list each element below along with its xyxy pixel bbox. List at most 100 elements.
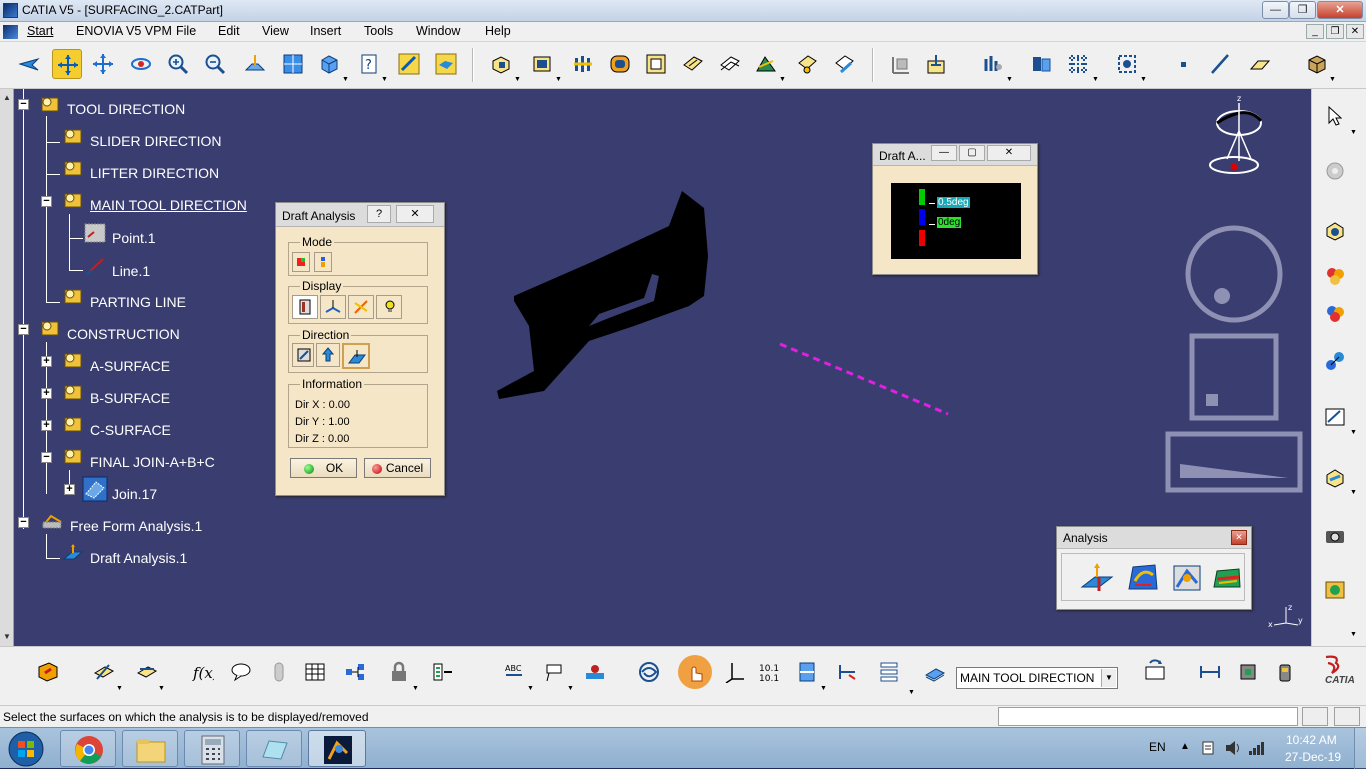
mass-icon[interactable] <box>1270 657 1300 687</box>
fit-all-in-icon[interactable] <box>52 49 82 79</box>
capture-icon[interactable] <box>1112 49 1142 79</box>
constraint-icon[interactable] <box>1320 346 1350 376</box>
tree-item-free-form-analysis[interactable]: Free Form Analysis.1 <box>70 518 202 534</box>
fill-icon[interactable] <box>605 49 635 79</box>
minimize-button[interactable]: — <box>1262 1 1289 19</box>
draft-analysis-tool-button[interactable] <box>1079 561 1115 595</box>
geo-set-dropdown-icon[interactable]: ▼ <box>1350 489 1357 496</box>
color-scale-restore-button[interactable]: ▢ <box>959 145 985 161</box>
connect-checker-button[interactable] <box>1169 561 1205 595</box>
tree-collapse-toggle[interactable]: − <box>18 324 29 335</box>
material-dropdown-icon[interactable]: ▼ <box>1329 76 1336 83</box>
extrude-dropdown-icon[interactable]: ▼ <box>514 76 521 83</box>
tree-item-tool-direction[interactable]: TOOL DIRECTION <box>67 101 185 117</box>
extract-icon[interactable] <box>792 49 822 79</box>
design-table-icon[interactable] <box>300 657 330 687</box>
scale-value-high[interactable]: 0.5deg <box>937 197 970 208</box>
close-button[interactable]: ✕ <box>1317 1 1363 19</box>
draft-dialog-title-bar[interactable]: Draft Analysis ? ✕ <box>276 203 444 227</box>
tree-item-join-17[interactable]: Join.17 <box>112 486 157 502</box>
scroll-down-icon[interactable]: ▼ <box>3 632 11 641</box>
formula-fx-icon[interactable]: f(x) <box>188 657 218 687</box>
tree-item-final-join[interactable]: FINAL JOIN-A+B+C <box>90 454 215 470</box>
right-toolbar-dropdown-icon[interactable]: ▼ <box>1350 631 1357 638</box>
volume-icon[interactable] <box>1224 740 1242 756</box>
swept-analysis-icon[interactable] <box>634 657 664 687</box>
compass-direction-button[interactable] <box>292 343 314 367</box>
measure-between-icon[interactable] <box>1195 657 1225 687</box>
mdi-restore-button[interactable]: ❐ <box>1326 24 1344 39</box>
show-desktop-button[interactable] <box>1354 728 1366 769</box>
taskbar-catia[interactable] <box>308 730 366 767</box>
mdi-minimize-button[interactable]: _ <box>1306 24 1324 39</box>
multi-body-icon[interactable] <box>1320 298 1350 328</box>
tree-item-draft-analysis[interactable]: Draft Analysis.1 <box>90 550 187 566</box>
part-body-icon[interactable] <box>1320 261 1350 291</box>
sketch-dropdown-icon[interactable]: ▼ <box>1350 429 1357 436</box>
analysis-toolbar-title-bar[interactable]: Analysis ✕ <box>1057 527 1251 549</box>
measure-icon[interactable] <box>978 49 1008 79</box>
grid-dropdown-icon[interactable]: ▼ <box>1092 76 1099 83</box>
menu-insert[interactable]: Insert <box>310 24 341 38</box>
color-scale-close-button[interactable]: ✕ <box>987 145 1031 161</box>
status-button-2[interactable] <box>1334 707 1360 726</box>
publish-icon[interactable] <box>1320 574 1350 604</box>
menu-enovia[interactable]: ENOVIA V5 VPM <box>76 24 172 38</box>
menu-start[interactable]: Start <box>27 24 53 38</box>
pan-icon[interactable] <box>88 49 118 79</box>
tree-item-parting-line[interactable]: PARTING LINE <box>90 294 186 310</box>
lock-icon[interactable] <box>384 657 414 687</box>
taskbar-notes[interactable] <box>246 730 302 767</box>
flag-note-icon[interactable] <box>540 657 570 687</box>
dimension-icon[interactable] <box>833 657 863 687</box>
tree-item-a-surface[interactable]: A-SURFACE <box>90 358 170 374</box>
select-arrow-icon[interactable] <box>1320 101 1350 131</box>
capture-dropdown-icon[interactable]: ▼ <box>1140 76 1147 83</box>
scale-value-low[interactable]: 0deg <box>937 217 962 228</box>
on-the-fly-button[interactable] <box>320 295 346 319</box>
swap-visible-space-icon[interactable] <box>431 49 461 79</box>
show-hidden-icons[interactable]: ▲ <box>1180 741 1190 752</box>
normal-view-icon[interactable] <box>240 49 270 79</box>
split-dropdown-icon[interactable]: ▼ <box>779 76 786 83</box>
material-icon[interactable] <box>1302 49 1332 79</box>
tree-collapse-toggle[interactable]: − <box>41 196 52 207</box>
zoom-in-icon[interactable] <box>163 49 193 79</box>
current-body-combo[interactable]: MAIN TOOL DIRECTION ▼ <box>956 667 1118 689</box>
join-icon[interactable] <box>678 49 708 79</box>
flag-dropdown-icon[interactable]: ▼ <box>567 685 574 692</box>
rule-set-icon[interactable] <box>132 657 162 687</box>
dialog-close-button[interactable]: ✕ <box>396 205 434 223</box>
ok-button[interactable]: OK <box>290 458 357 478</box>
sweep-icon[interactable] <box>568 49 598 79</box>
tree-expand-toggle[interactable]: + <box>41 388 52 399</box>
zoom-out-icon[interactable] <box>200 49 230 79</box>
3d-viewport[interactable]: − − − + + + − + − TOOL DIRECTION SLIDER … <box>14 89 1311 646</box>
full-mode-button[interactable] <box>314 252 332 272</box>
hide-show-dropdown-icon[interactable]: ▼ <box>381 76 388 83</box>
tool-direction-line[interactable] <box>774 339 954 419</box>
camera-icon[interactable] <box>1320 521 1350 551</box>
annotation-text-icon[interactable]: ABC <box>500 657 530 687</box>
axis-system-icon[interactable] <box>885 49 915 79</box>
menu-tools[interactable]: Tools <box>364 24 393 38</box>
list-align-icon[interactable] <box>874 657 904 687</box>
shading-icon[interactable] <box>394 49 424 79</box>
tree-item-construction[interactable]: CONSTRUCTION <box>67 326 180 342</box>
update-icon[interactable] <box>1140 655 1170 685</box>
iso-view-icon[interactable] <box>314 49 344 79</box>
tree-collapse-toggle[interactable]: − <box>18 517 29 528</box>
compass-icon[interactable]: z <box>1199 91 1279 186</box>
tree-scroll-strip[interactable]: ▲ ▼ <box>0 89 14 646</box>
taskbar-explorer[interactable] <box>122 730 178 767</box>
annotation-dropdown-icon[interactable]: ▼ <box>527 685 534 692</box>
quick-mode-button[interactable] <box>292 252 310 272</box>
rotate-icon[interactable] <box>126 49 156 79</box>
multi-section-icon[interactable] <box>641 49 671 79</box>
menu-file[interactable]: File <box>176 24 196 38</box>
help-button[interactable]: ? <box>367 205 391 223</box>
lock-direction-button[interactable] <box>316 343 340 367</box>
3d-compass-tool-icon[interactable] <box>792 657 822 687</box>
part-surface-geometry[interactable] <box>494 186 724 401</box>
tree-reorder-icon[interactable] <box>340 657 370 687</box>
